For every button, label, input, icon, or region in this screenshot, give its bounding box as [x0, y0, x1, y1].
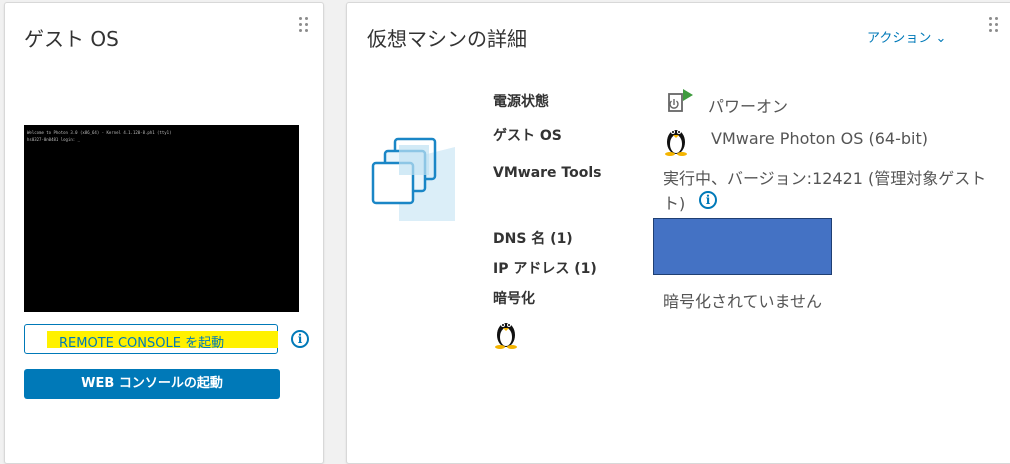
actions-label: アクション: [867, 31, 932, 46]
power-state-value: パワーオン: [708, 97, 789, 116]
guest-os-card: ゲスト OS Welcome to Photon 3.0 (x86_64) - …: [4, 2, 324, 464]
redacted-dns-ip-block: [653, 218, 832, 275]
vm-details-card: 仮想マシンの詳細 アクション ⌄ 電源状態 ゲスト OS VMware Tool…: [346, 2, 1010, 464]
ip-address-label: IP アドレス (1): [493, 261, 597, 277]
console-line: Welcome to Photon 3.0 (x86_64) - Kernel …: [27, 130, 172, 135]
launch-web-console-button[interactable]: WEB コンソールの起動: [24, 369, 280, 399]
remote-console-label: REMOTE CONSOLE を起動: [59, 336, 225, 351]
power-on-icon: [668, 89, 693, 112]
guest-os-label: ゲスト OS: [493, 128, 562, 144]
linux-tux-icon: [665, 130, 687, 156]
console-preview[interactable]: Welcome to Photon 3.0 (x86_64) - Kernel …: [24, 125, 299, 312]
vm-details-title: 仮想マシンの詳細: [367, 27, 527, 51]
linux-tux-icon: [495, 323, 517, 349]
drag-handle-icon[interactable]: [299, 17, 311, 35]
info-icon[interactable]: i: [699, 191, 717, 209]
launch-remote-console-button[interactable]: REMOTE CONSOLE を起動: [24, 324, 278, 354]
chevron-down-icon: ⌄: [935, 31, 947, 46]
guest-os-value: VMware Photon OS (64-bit): [711, 129, 928, 148]
encryption-value: 暗号化されていません: [663, 292, 823, 311]
power-state-label: 電源状態: [493, 94, 549, 110]
vmware-tools-value-line2: ト): [663, 194, 686, 213]
dns-name-label: DNS 名 (1): [493, 231, 573, 247]
drag-handle-icon[interactable]: [989, 17, 1001, 35]
vmware-tools-label: VMware Tools: [493, 165, 602, 181]
vmware-tools-value: 実行中、バージョン:12421 (管理対象ゲスト: [663, 169, 987, 188]
guest-os-title: ゲスト OS: [24, 27, 119, 51]
info-icon[interactable]: i: [291, 330, 309, 348]
encryption-label: 暗号化: [493, 291, 535, 307]
actions-dropdown[interactable]: アクション ⌄: [867, 27, 946, 46]
virtual-machine-icon: [371, 137, 455, 221]
console-line: hs0327-0n0481 login: _: [27, 137, 80, 142]
